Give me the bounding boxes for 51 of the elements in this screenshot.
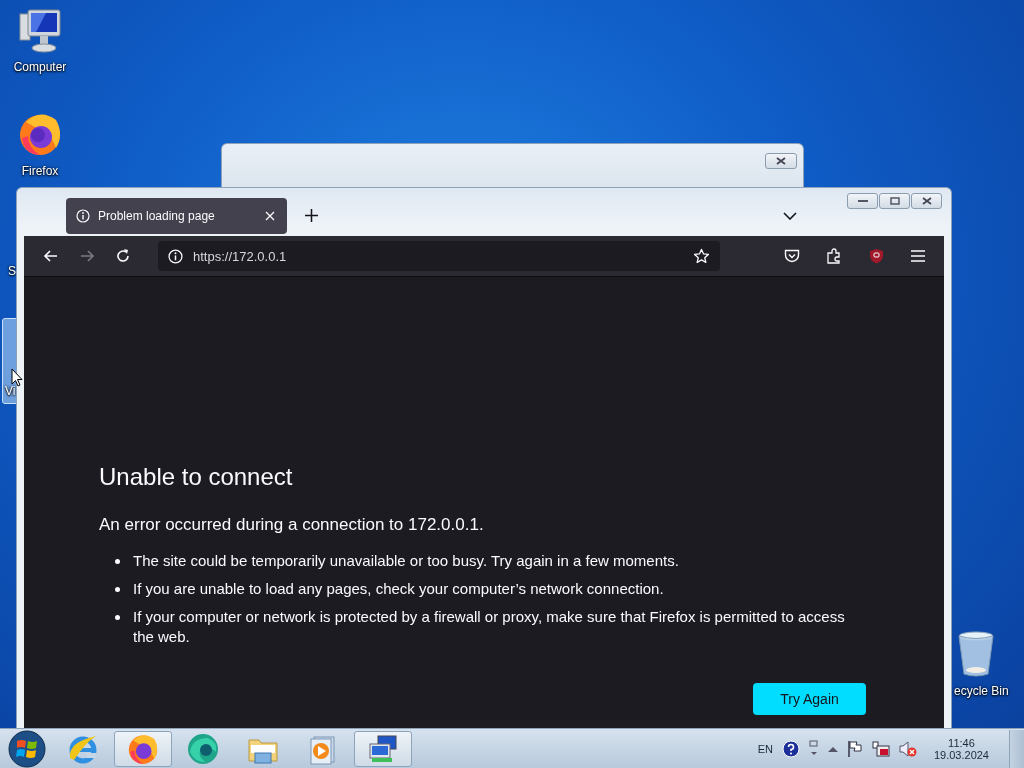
try-again-button[interactable]: Try Again bbox=[753, 683, 866, 715]
bullet-text: The site could be temporarily unavailable or too busy. Try again in a few moments. bbox=[133, 551, 679, 571]
taskbar-button[interactable] bbox=[354, 730, 412, 767]
reload-icon bbox=[114, 247, 132, 265]
network-error-icon[interactable] bbox=[871, 739, 890, 758]
taskbar-button[interactable] bbox=[114, 730, 172, 767]
plus-icon bbox=[304, 209, 318, 222]
url-text: https://172.0.0.1 bbox=[193, 248, 288, 264]
language-indicator[interactable]: EN bbox=[757, 742, 773, 755]
speaker-muted-icon[interactable] bbox=[898, 739, 917, 758]
close-icon bbox=[265, 210, 275, 221]
icon-label[interactable]: Computer bbox=[13, 60, 67, 74]
icon-label[interactable]: Firefox bbox=[21, 164, 59, 178]
address-bar[interactable]: https://172.0.0.1 bbox=[158, 241, 720, 271]
browser-tab[interactable]: Problem loading page bbox=[66, 197, 287, 234]
bullet-icon bbox=[115, 615, 120, 620]
tab-title: Problem loading page bbox=[98, 208, 216, 223]
icon-label[interactable]: ecycle Bin bbox=[954, 684, 1009, 698]
minimize-button[interactable] bbox=[847, 193, 878, 209]
trash-bin-icon bbox=[956, 630, 996, 678]
bullet-icon bbox=[115, 587, 120, 592]
close-icon bbox=[776, 157, 786, 165]
maximize-icon bbox=[889, 197, 900, 205]
bullet-icon bbox=[115, 559, 120, 564]
menu-icon bbox=[911, 250, 925, 262]
close-button[interactable] bbox=[765, 153, 797, 169]
computer-icon bbox=[16, 8, 64, 54]
bullet-text: If your computer or network is protected by a firewall or proxy, make sure that Firefox is permitted to access the web. bbox=[133, 607, 846, 647]
flag-icon[interactable] bbox=[846, 739, 863, 758]
minimize-icon bbox=[857, 199, 868, 203]
close-button[interactable] bbox=[911, 193, 942, 209]
shield-icon bbox=[868, 248, 884, 264]
icon-label[interactable]: S bbox=[8, 264, 16, 278]
close-icon bbox=[921, 197, 932, 205]
windows-switch-icon[interactable] bbox=[808, 739, 819, 758]
puzzle-icon bbox=[826, 248, 842, 264]
info-icon bbox=[168, 248, 183, 264]
error-description: An error occurred during a connection to 172.0.0.1. bbox=[99, 515, 485, 535]
mouse-cursor-icon bbox=[11, 368, 23, 387]
clock-date[interactable]: 19.03.2024 bbox=[933, 748, 989, 761]
chevron-down-icon bbox=[783, 211, 797, 220]
error-heading: Unable to connect bbox=[99, 463, 294, 491]
maximize-button[interactable] bbox=[879, 193, 910, 209]
start-orb-icon[interactable] bbox=[8, 729, 46, 768]
help-icon[interactable] bbox=[781, 739, 800, 758]
star-icon[interactable] bbox=[693, 247, 710, 265]
bullet-text: If you are unable to load any pages, check your computer’s network connection. bbox=[133, 579, 664, 599]
clock-time[interactable]: 11:46 bbox=[948, 736, 975, 749]
info-icon bbox=[76, 208, 90, 223]
wave-circle-icon[interactable] bbox=[186, 731, 220, 766]
pocket-icon bbox=[784, 248, 800, 264]
